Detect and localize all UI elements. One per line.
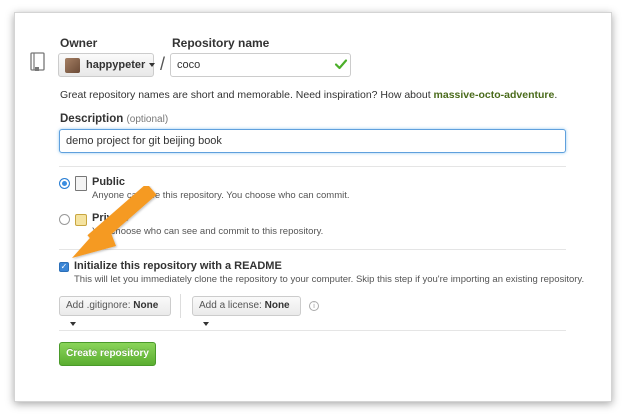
- name-suggestion-link[interactable]: massive-octo-adventure: [434, 89, 555, 101]
- license-select[interactable]: Add a license: None: [192, 296, 301, 326]
- readme-desc: This will let you immediately clone the …: [74, 274, 585, 285]
- caret-icon: [70, 322, 76, 326]
- arrow-annotation: [72, 186, 157, 258]
- caret-icon: [149, 63, 156, 67]
- divider: [59, 166, 566, 167]
- owner-dropdown[interactable]: happypeter: [58, 53, 156, 77]
- divider: [59, 330, 566, 331]
- description-input[interactable]: demo project for git beijing book: [59, 129, 566, 153]
- repo-icon: [30, 52, 45, 71]
- check-icon: [334, 59, 348, 70]
- description-label: Description (optional): [60, 113, 169, 125]
- repo-name-label: Repository name: [172, 36, 270, 50]
- owner-label: Owner: [60, 36, 98, 50]
- avatar: [65, 57, 80, 73]
- owner-name: happypeter: [86, 59, 146, 71]
- repo-name-hint: Great repository names are short and mem…: [60, 89, 558, 101]
- info-icon[interactable]: i: [309, 301, 319, 311]
- path-separator: /: [160, 54, 166, 74]
- gitignore-select[interactable]: Add .gitignore: None: [59, 296, 171, 326]
- repo-name-input[interactable]: coco: [170, 53, 351, 77]
- create-repository-button[interactable]: Create repository: [59, 342, 156, 366]
- caret-icon: [203, 322, 209, 326]
- select-separator: [180, 294, 181, 318]
